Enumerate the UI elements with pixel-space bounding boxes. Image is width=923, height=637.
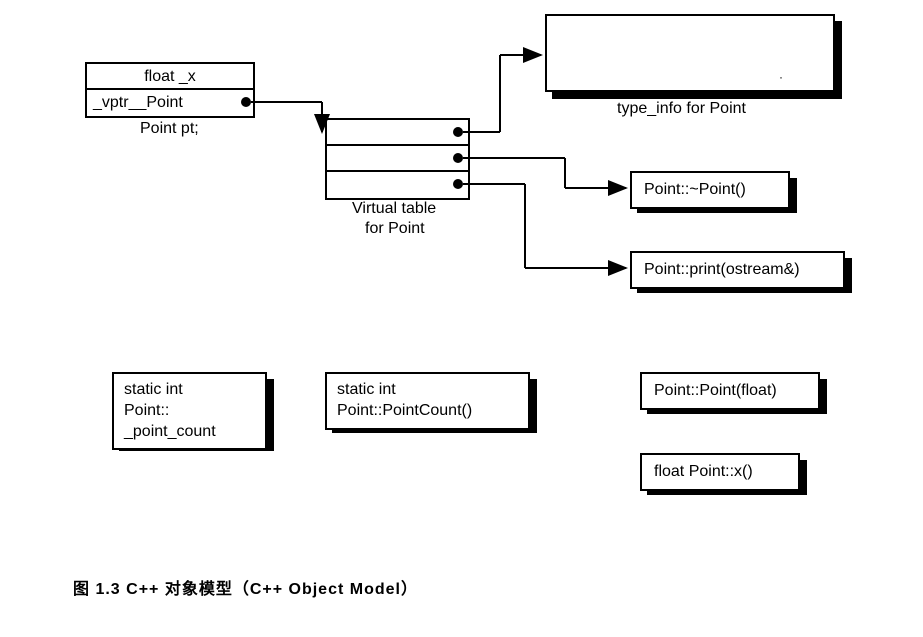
destructor-box: Point::~Point() <box>630 171 790 209</box>
staticfunc-box: static int Point::PointCount() <box>325 372 530 430</box>
typeinfo-box: · <box>545 14 835 92</box>
object-row-vptr: _vptr__Point <box>87 90 253 116</box>
staticvar-box: static int Point:: _point_count <box>112 372 267 450</box>
figure-caption: 图 1.3 C++ 对象模型（C++ Object Model） <box>73 575 418 599</box>
staticfunc-line1: static int <box>337 380 518 401</box>
vptr-dot <box>241 97 251 107</box>
object-row-floatx: float _x <box>87 64 253 90</box>
staticvar-line3: _point_count <box>124 422 255 443</box>
vtable-row-1 <box>327 146 468 172</box>
typeinfo-dotchar: · <box>779 70 783 84</box>
funcx-box: float Point::x() <box>640 453 800 491</box>
staticfunc-line2: Point::PointCount() <box>337 401 518 422</box>
vtable-dot-1 <box>453 153 463 163</box>
object-box: float _x _vptr__Point <box>85 62 255 118</box>
vtable-caption-2: for Point <box>365 220 425 238</box>
funcx-text: float Point::x() <box>654 463 753 480</box>
vtable-dot-2 <box>453 179 463 189</box>
vtable-box <box>325 118 470 200</box>
destructor-text: Point::~Point() <box>644 181 746 198</box>
ctor-text: Point::Point(float) <box>654 382 777 399</box>
vtable-dot-0 <box>453 127 463 137</box>
staticvar-line1: static int <box>124 380 255 401</box>
vtable-caption-1: Virtual table <box>352 200 436 218</box>
object-caption: Point pt; <box>140 120 199 138</box>
typeinfo-caption: type_info for Point <box>617 100 746 118</box>
staticvar-line2: Point:: <box>124 401 255 422</box>
vtable-row-2 <box>327 172 468 198</box>
print-text: Point::print(ostream&) <box>644 261 800 278</box>
print-box: Point::print(ostream&) <box>630 251 845 289</box>
vtable-row-0 <box>327 120 468 146</box>
ctor-box: Point::Point(float) <box>640 372 820 410</box>
